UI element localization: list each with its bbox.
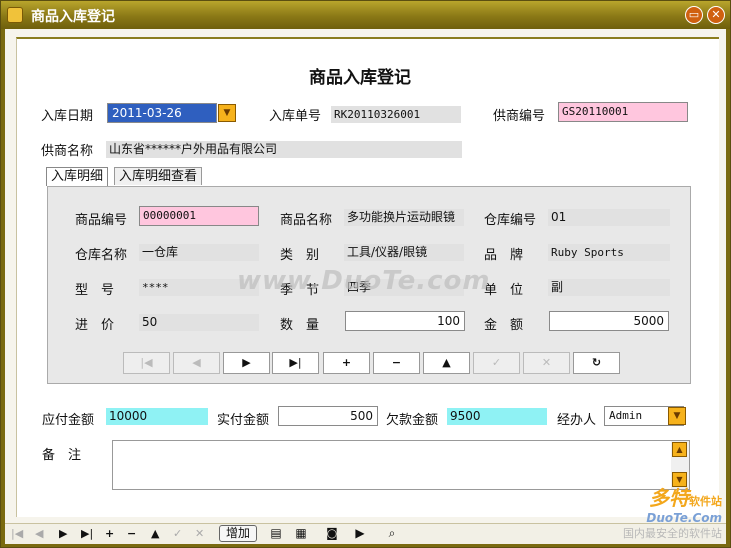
- warehouse-code-value: 01: [548, 209, 670, 226]
- edit-record-button[interactable]: ▲: [423, 352, 470, 374]
- paid-label: 实付金额: [217, 413, 270, 428]
- product-code-field[interactable]: 00000001: [139, 206, 259, 226]
- refresh-button[interactable]: ↻: [573, 352, 620, 374]
- first-record-button[interactable]: |◀: [123, 352, 170, 374]
- in-date-label: 入库日期: [41, 109, 94, 124]
- brand-site: DuoTe.Com: [646, 511, 722, 525]
- prev-icon[interactable]: ◀: [35, 527, 43, 540]
- category-label: 类 别: [280, 248, 320, 263]
- warehouse-name-label: 仓库名称: [75, 248, 128, 263]
- supplier-code-label: 供商编号: [493, 109, 546, 124]
- supplier-name-label: 供商名称: [41, 144, 94, 159]
- check-icon[interactable]: ✓: [173, 527, 182, 540]
- post-record-button[interactable]: ✓: [473, 352, 520, 374]
- brand-label: 品 牌: [484, 248, 524, 263]
- product-name-value: 多功能换片运动眼镜: [344, 209, 464, 226]
- brand-logo: 多特软件站 DuoTe.Com 国内最安全的软件站: [623, 482, 722, 541]
- supplier-code-field[interactable]: GS20110001: [558, 102, 688, 122]
- amount-label: 金 额: [484, 318, 524, 333]
- scroll-up-icon[interactable]: ▲: [672, 442, 687, 457]
- in-date-field[interactable]: 2011-03-26: [107, 103, 217, 123]
- preview-icon[interactable]: ◙: [323, 524, 341, 542]
- owed-label: 欠款金额: [386, 413, 439, 428]
- minimize-icon[interactable]: ▭: [685, 6, 703, 24]
- handler-dropdown-icon[interactable]: ▼: [668, 407, 686, 425]
- delete-record-button[interactable]: −: [373, 352, 420, 374]
- price-value: 50: [139, 314, 259, 331]
- payable-value: 10000: [106, 408, 208, 425]
- calendar-dropdown-icon[interactable]: ▼: [218, 104, 236, 122]
- tab-in-detail[interactable]: 入库明细: [46, 167, 109, 186]
- next-icon[interactable]: ▶: [59, 527, 67, 540]
- export-icon[interactable]: ▦: [292, 524, 310, 542]
- remark-label: 备 注: [42, 448, 82, 463]
- print-icon[interactable]: ▤: [267, 524, 285, 542]
- add-button[interactable]: 增加: [219, 525, 258, 542]
- plus-icon[interactable]: +: [105, 527, 114, 540]
- close-icon[interactable]: ✕: [707, 6, 725, 24]
- play-icon[interactable]: ▶: [351, 524, 369, 542]
- brand-big: 多特: [649, 486, 689, 510]
- product-name-label: 商品名称: [280, 213, 333, 228]
- category-value: 工具/仪器/眼镜: [344, 244, 464, 261]
- brand-sub: 软件站: [689, 495, 722, 508]
- brand-value: Ruby Sports: [548, 244, 670, 261]
- app-window: 商品入库登记 ▭ ✕ 商品入库登记 入库日期 2011-03-26 ▼ 入库单号…: [0, 0, 731, 548]
- first-icon[interactable]: |◀: [11, 527, 23, 540]
- client-area: 商品入库登记 入库日期 2011-03-26 ▼ 入库单号 RK20110326…: [5, 29, 726, 544]
- owed-value: 9500: [447, 408, 547, 425]
- amount-field[interactable]: 5000: [549, 311, 669, 331]
- payable-label: 应付金额: [42, 413, 95, 428]
- price-label: 进 价: [75, 318, 115, 333]
- title-bar: 商品入库登记 ▭ ✕: [1, 1, 730, 29]
- unit-value: 副: [548, 279, 670, 296]
- x-icon[interactable]: ✕: [195, 527, 204, 540]
- qty-label: 数 量: [280, 318, 320, 333]
- window-title: 商品入库登记: [31, 9, 115, 25]
- up-icon[interactable]: ▲: [151, 527, 159, 540]
- supplier-name-value: 山东省******户外用品有限公司: [106, 141, 462, 158]
- qty-field[interactable]: 100: [345, 311, 465, 331]
- box-icon: [7, 7, 23, 23]
- last-icon[interactable]: ▶|: [81, 527, 93, 540]
- in-no-label: 入库单号: [269, 109, 322, 124]
- prev-record-button[interactable]: ◀: [173, 352, 220, 374]
- product-code-label: 商品编号: [75, 213, 128, 228]
- minus-icon[interactable]: −: [127, 527, 136, 540]
- add-record-button[interactable]: +: [323, 352, 370, 374]
- form-panel: 商品入库登记 入库日期 2011-03-26 ▼ 入库单号 RK20110326…: [16, 37, 719, 517]
- paid-field[interactable]: 500: [278, 406, 378, 426]
- in-no-value: RK20110326001: [331, 106, 461, 123]
- handler-label: 经办人: [557, 413, 597, 428]
- search-icon[interactable]: ⌕: [383, 524, 401, 542]
- form-heading: 商品入库登记: [309, 68, 411, 88]
- tab-in-detail-view[interactable]: 入库明细查看: [114, 167, 203, 185]
- bottom-toolbar: |◀ ◀ ▶ ▶| + − ▲ ✓ ✕ 增加 ▤ ▦ ◙ ▶ ⌕: [5, 523, 726, 544]
- brand-slogan: 国内最安全的软件站: [623, 527, 722, 540]
- next-record-button[interactable]: ▶: [223, 352, 270, 374]
- remark-textarea[interactable]: ▲ ▼: [112, 440, 690, 490]
- warehouse-code-label: 仓库编号: [484, 213, 537, 228]
- cancel-record-button[interactable]: ✕: [523, 352, 570, 374]
- warehouse-name-value: 一仓库: [139, 244, 259, 261]
- last-record-button[interactable]: ▶|: [272, 352, 319, 374]
- model-label: 型 号: [75, 283, 115, 298]
- watermark: www.DuoTe.com: [237, 266, 491, 296]
